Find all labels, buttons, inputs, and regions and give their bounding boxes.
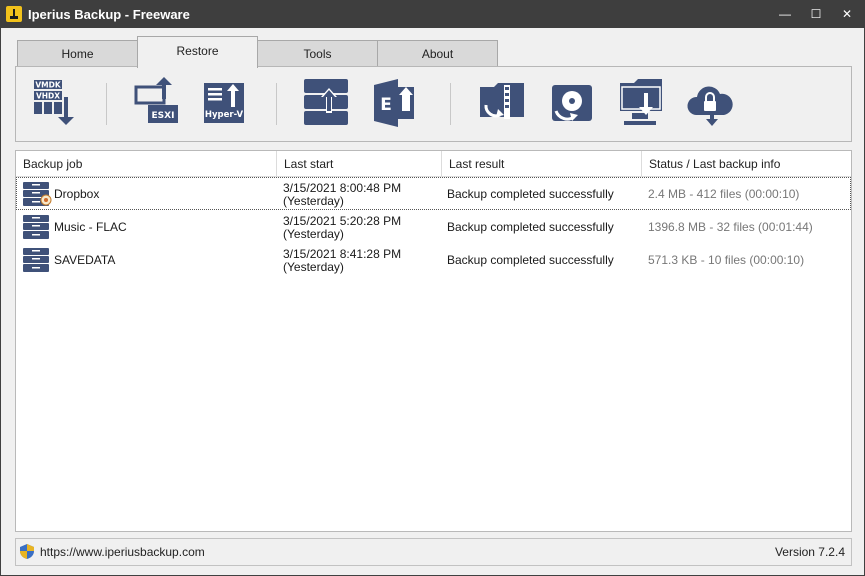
- hyperv-label: Hyper-V: [205, 110, 244, 120]
- window-title: Iperius Backup - Freeware: [28, 7, 190, 22]
- column-header-backup-job[interactable]: Backup job: [16, 151, 277, 176]
- column-header-last-start[interactable]: Last start: [277, 151, 442, 176]
- status-bar: https://www.iperiusbackup.com Version 7.…: [15, 538, 852, 566]
- backup-job-icon: [23, 215, 49, 239]
- toolbar-separator: [106, 83, 107, 125]
- esxi-label: ESXI: [152, 111, 175, 121]
- title-bar[interactable]: Iperius Backup - Freeware — ☐ ✕: [0, 0, 865, 28]
- list-header: Backup job Last start Last result Status…: [16, 151, 851, 177]
- backup-job-icon: [23, 248, 49, 272]
- close-button[interactable]: ✕: [836, 4, 858, 24]
- table-row[interactable]: SAVEDATA 3/15/2021 8:41:28 PM (Yesterday…: [16, 243, 851, 276]
- backup-job-list: Backup job Last start Last result Status…: [15, 150, 852, 532]
- tab-about[interactable]: About: [377, 40, 498, 68]
- maximize-button[interactable]: ☐: [805, 4, 827, 24]
- hyperv-restore-icon[interactable]: Hyper-V: [198, 77, 250, 129]
- table-row[interactable]: Music - FLAC 3/15/2021 5:20:28 PM (Yeste…: [16, 210, 851, 243]
- last-start-time: 3/15/2021 8:00:48 PM: [283, 181, 402, 195]
- disk-image-restore-icon[interactable]: [546, 77, 598, 129]
- vhdx-label: VHDX: [36, 92, 60, 101]
- app-window: Iperius Backup - Freeware — ☐ ✕ Home Res…: [0, 0, 865, 576]
- zip-folder-restore-icon[interactable]: [476, 77, 528, 129]
- last-start-day: (Yesterday): [283, 260, 344, 274]
- cloud-restore-icon[interactable]: [684, 77, 736, 129]
- network-folder-restore-icon[interactable]: [616, 77, 668, 129]
- tab-home[interactable]: Home: [17, 40, 138, 68]
- shield-icon: [20, 544, 34, 559]
- last-start-time: 3/15/2021 8:41:28 PM: [283, 247, 402, 261]
- vmdk-label: VMDK: [35, 81, 61, 90]
- last-result: Backup completed successfully: [447, 253, 614, 267]
- toolbar-separator: [450, 83, 451, 125]
- exchange-restore-icon[interactable]: E: [368, 77, 420, 129]
- vmdk-vhdx-restore-icon[interactable]: VMDK VHDX: [30, 77, 82, 129]
- last-result: Backup completed successfully: [447, 220, 614, 234]
- tab-tools[interactable]: Tools: [257, 40, 378, 68]
- esxi-restore-icon[interactable]: ESXI: [132, 77, 184, 129]
- backup-status: 571.3 KB - 10 files (00:00:10): [648, 253, 805, 267]
- last-start-time: 3/15/2021 5:20:28 PM: [283, 214, 402, 228]
- last-start-day: (Yesterday): [283, 227, 344, 241]
- backup-status: 1396.8 MB - 32 files (00:01:44): [648, 220, 813, 234]
- database-server-restore-icon[interactable]: [300, 77, 352, 129]
- toolbar-separator: [276, 83, 277, 125]
- website-link[interactable]: https://www.iperiusbackup.com: [40, 545, 205, 559]
- backup-job-name: SAVEDATA: [54, 253, 116, 267]
- tab-restore[interactable]: Restore: [137, 36, 258, 68]
- backup-job-name: Music - FLAC: [54, 220, 127, 234]
- column-header-status[interactable]: Status / Last backup info: [642, 151, 851, 176]
- version-label: Version 7.2.4: [774, 545, 845, 559]
- restore-toolbar: VMDK VHDX ESXI Hyper-V E: [15, 66, 852, 142]
- column-header-last-result[interactable]: Last result: [442, 151, 642, 176]
- backup-job-name: Dropbox: [54, 187, 100, 201]
- iperius-logo-icon: [6, 6, 22, 22]
- svg-text:E: E: [380, 95, 392, 115]
- client-area: Home Restore Tools About VMDK VHDX ESXI …: [1, 28, 864, 575]
- minimize-button[interactable]: —: [774, 4, 796, 24]
- scheduled-badge-icon: [40, 194, 52, 206]
- last-result: Backup completed successfully: [447, 187, 614, 201]
- last-start-day: (Yesterday): [283, 194, 344, 208]
- table-row[interactable]: Dropbox 3/15/2021 8:00:48 PM (Yesterday)…: [16, 177, 851, 210]
- backup-status: 2.4 MB - 412 files (00:00:10): [648, 187, 800, 201]
